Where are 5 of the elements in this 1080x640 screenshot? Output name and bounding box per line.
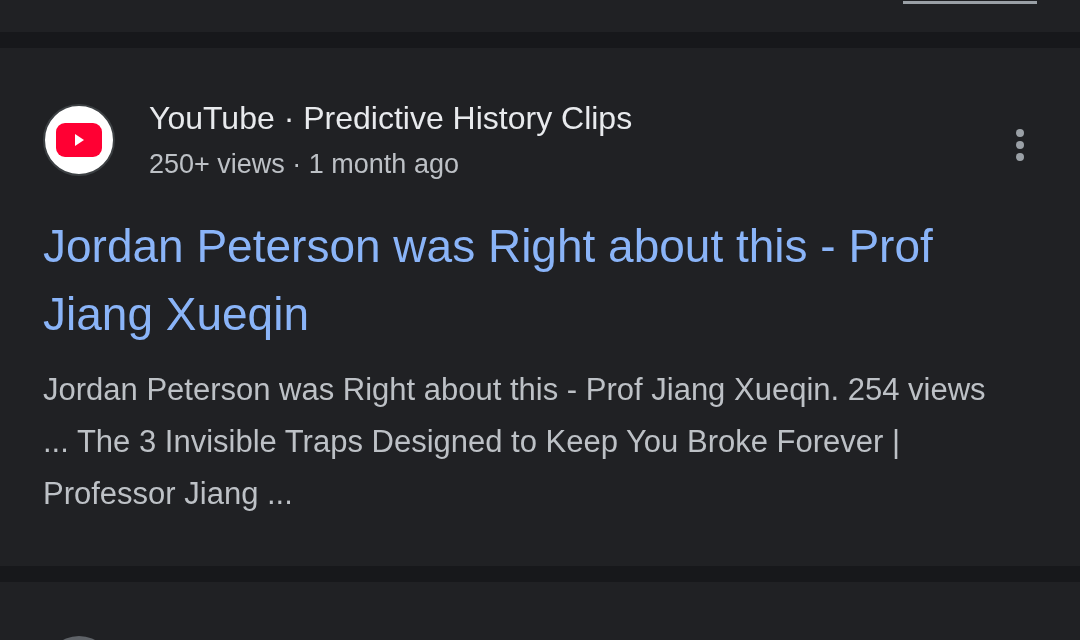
more-options-icon[interactable]: [1015, 128, 1025, 162]
source-name[interactable]: YouTube · Predictive History Clips: [149, 98, 633, 138]
result-snippet: Jordan Peterson was Right about this - Prof Jiang Xueqin. 254 views ... The 3 Invisible Traps Designed to Keep You Broke Forever | Professor Jiang ...: [43, 371, 987, 513]
result-title-link[interactable]: Jordan Peterson was Right about this - Prof Jiang Xueqin: [43, 212, 963, 348]
result-meta: 250+ views · 1 month ago: [149, 148, 459, 181]
